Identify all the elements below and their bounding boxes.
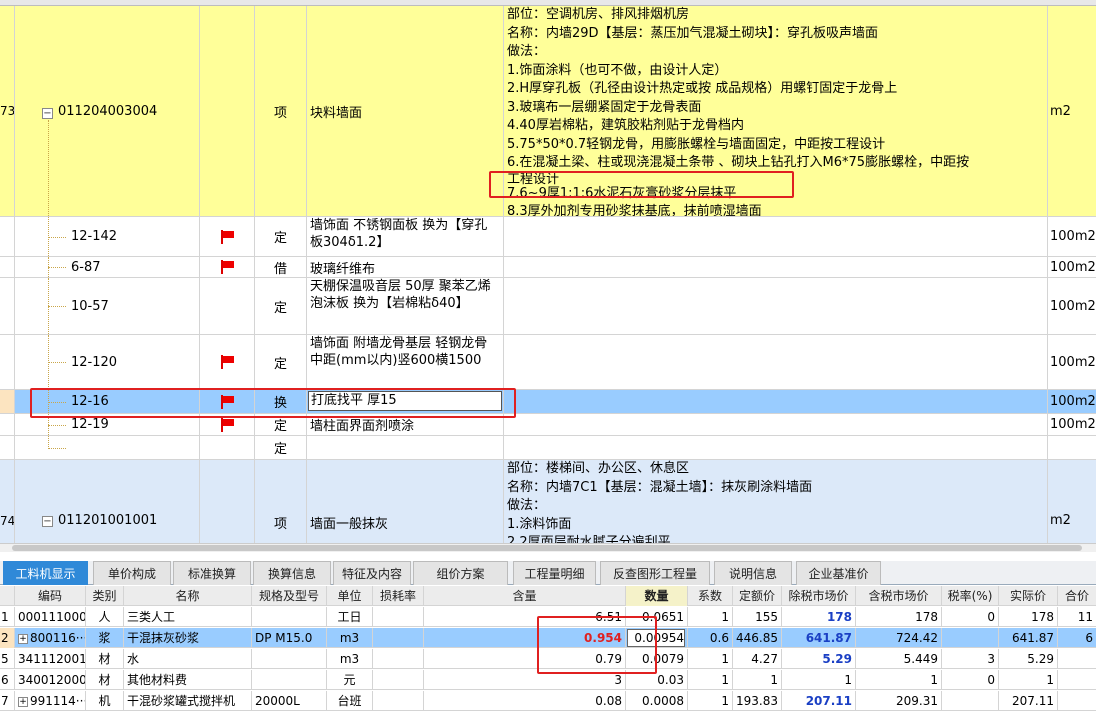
header-coefficient[interactable]: 系数 [688,586,733,606]
item-unit: m2 [1050,513,1071,528]
feature-line: 2.H厚穿孔板（孔径由设计热定或按 成品规格）用螺钉固定于龙骨上 [507,81,898,96]
feature-line: 1.涂料饰面 [507,516,572,532]
header-market-price-ex-tax[interactable]: 除税市场价 [782,586,856,606]
quota-type: 定 [255,278,307,334]
feature-line: 1.饰面涂料（也可不做，由设计人定） [507,62,728,78]
header-tax-rate[interactable]: 税率(%) [942,586,999,606]
quota-unit: 100m2 [1050,259,1096,275]
item-type: 项 [273,517,287,532]
quota-row[interactable]: 6-87 借 玻璃纤维布 100m2 [0,257,1096,278]
quota-row[interactable]: 10-57 定 天棚保温吸音层 50厚 聚苯乙烯泡沫板 换为【岩棉粘δ40】 1… [0,278,1096,335]
feature-line: 3.玻璃布一层绷紧固定于龙骨表面 [507,99,702,115]
resource-grid[interactable]: 编码 类别 名称 规格及型号 单位 损耗率 含量 数量 系数 定额价 除税市场价… [0,586,1096,727]
feature-line: 8.3厚外加剂专用砂浆抹基底，抹前喷湿墙面 [507,204,762,216]
tab-labor-material-machine[interactable]: 工料机显示 [3,561,88,585]
tab-quantity-detail[interactable]: 工程量明细 [513,561,596,585]
header-unit[interactable]: 单位 [327,586,373,606]
tab-enterprise-price[interactable]: 企业基准价 [796,561,881,585]
quota-type: 定 [255,436,307,459]
quota-type: 定 [255,217,307,256]
bill-row-74[interactable]: 74 − 011201001001 项 墙面一般抹灰 部位：楼梯间、办公区、休息… [0,460,1096,543]
quota-name: 墙饰面 不锈钢面板 换为【穿孔板304δ1.2】 [307,217,504,256]
quota-row-empty[interactable]: 定 [0,436,1096,460]
quota-unit: 100m2 [1050,417,1096,432]
horizontal-scrollbar[interactable] [0,543,1096,552]
feature-line: 部位：楼梯间、办公区、休息区 [507,461,690,476]
quota-row[interactable]: 12-142 定 墙饰面 不锈钢面板 换为【穿孔板304δ1.2】 100m2 [0,217,1096,257]
tab-reverse-lookup[interactable]: 反查图形工程量 [600,561,710,585]
tab-standard-conversion[interactable]: 标准换算 [173,561,251,585]
header-quantity[interactable]: 数量 [626,586,688,606]
highlight-box [30,388,516,418]
bill-items-grid[interactable]: 73 − 011204003004 项 块料墙面 部位：空调机房、排风排烟机房 … [0,0,1096,543]
quota-unit: 100m2 [1050,298,1096,314]
quota-unit: 100m2 [1050,229,1096,244]
red-flag-icon[interactable] [220,229,234,244]
detail-tabs: 工料机显示 单价构成 标准换算 换算信息 特征及内容 组价方案 工程量明细 反查… [0,561,1096,585]
quota-type: 定 [255,335,307,389]
tab-features[interactable]: 特征及内容 [333,561,411,585]
header-loss-rate[interactable]: 损耗率 [373,586,424,606]
feature-line: 6.在混凝土梁、柱或现浇混凝土条带 、砌块上钻孔打入M6*75膨胀螺栓，中距按 [507,155,970,170]
scrollbar-thumb[interactable] [12,545,1082,551]
red-flag-icon[interactable] [220,417,234,432]
header-actual-price[interactable]: 实际价 [999,586,1058,606]
feature-line: 做法： [507,44,547,59]
header-code[interactable]: 编码 [15,586,86,606]
quota-code: 10-57 [71,298,109,314]
quota-name: 墙饰面 附墙龙骨基层 轻钢龙骨中距(mm以内)竖600横1500 [307,335,504,389]
red-flag-icon[interactable] [220,260,234,274]
item-features: 部位：楼梯间、办公区、休息区 名称：内墙7C1【基层：混凝土墙】：抹灰刷涂料墙面… [504,460,1048,543]
tab-description[interactable]: 说明信息 [714,561,792,585]
feature-line: 2.2厚面层耐水腻子分遍刮平 [507,535,671,543]
quota-code: 12-120 [71,354,118,370]
quota-unit: 100m2 [1050,354,1096,370]
header-spec[interactable]: 规格及型号 [252,586,327,606]
item-unit: m2 [1050,103,1071,119]
header-quota-price[interactable]: 定额价 [733,586,782,606]
feature-line: 做法： [507,498,547,513]
red-flag-icon[interactable] [220,355,234,369]
header-total[interactable]: 合价 [1058,586,1096,606]
resource-row[interactable]: 7 +991114··· 机 干混砂浆罐式搅拌机 20000L 台班 0.08 … [0,691,1096,711]
quota-row[interactable]: 12-120 定 墙饰面 附墙龙骨基层 轻钢龙骨中距(mm以内)竖600横150… [0,335,1096,390]
tab-pricing-plan[interactable]: 组价方案 [413,561,508,585]
quota-name: 玻璃纤维布 [307,257,504,277]
collapse-icon[interactable]: − [42,108,53,119]
item-code: 011204003004 [58,104,158,119]
header-content[interactable]: 含量 [424,586,626,606]
item-name: 块料墙面 [307,6,504,216]
header-name[interactable]: 名称 [124,586,252,606]
feature-line: 5.75*50*0.7轻钢龙骨，用膨胀螺栓与墙面固定，中距按工程设计 [507,136,886,152]
item-code: 011201001001 [58,513,158,528]
feature-line: 部位：空调机房、排风排烟机房 [507,7,690,22]
highlight-box [489,171,794,198]
feature-line: 名称：内墙29D【基层：蒸压加气混凝土砌块】：穿孔板吸声墙面 [507,25,879,41]
header-market-price-in-tax[interactable]: 含税市场价 [856,586,942,606]
quota-type: 借 [255,257,307,277]
item-name: 墙面一般抹灰 [310,517,389,532]
feature-line: 4.40厚岩棉粘，建筑胶粘剂贴于龙骨档内 [507,118,744,133]
feature-line: 名称：内墙7C1【基层：混凝土墙】：抹灰刷涂料墙面 [507,479,813,495]
highlight-box [537,616,657,674]
quota-unit: 100m2 [1050,394,1096,409]
tab-unit-price[interactable]: 单价构成 [93,561,171,585]
row-index: 74 [0,514,15,528]
quota-name: 天棚保温吸音层 50厚 聚苯乙烯泡沫板 换为【岩棉粘δ40】 [307,278,504,334]
row-index: 73 [0,6,15,216]
resource-grid-header: 编码 类别 名称 规格及型号 单位 损耗率 含量 数量 系数 定额价 除税市场价… [0,586,1096,606]
tab-conversion-info[interactable]: 换算信息 [253,561,331,585]
quota-code: 12-142 [71,229,118,244]
quota-code: 12-19 [71,417,109,432]
header-category[interactable]: 类别 [86,586,124,606]
item-type: 项 [255,6,307,216]
expand-icon[interactable]: + [18,633,28,644]
expand-icon[interactable]: + [18,696,28,707]
collapse-icon[interactable]: − [42,516,53,527]
quota-code: 6-87 [71,259,101,275]
